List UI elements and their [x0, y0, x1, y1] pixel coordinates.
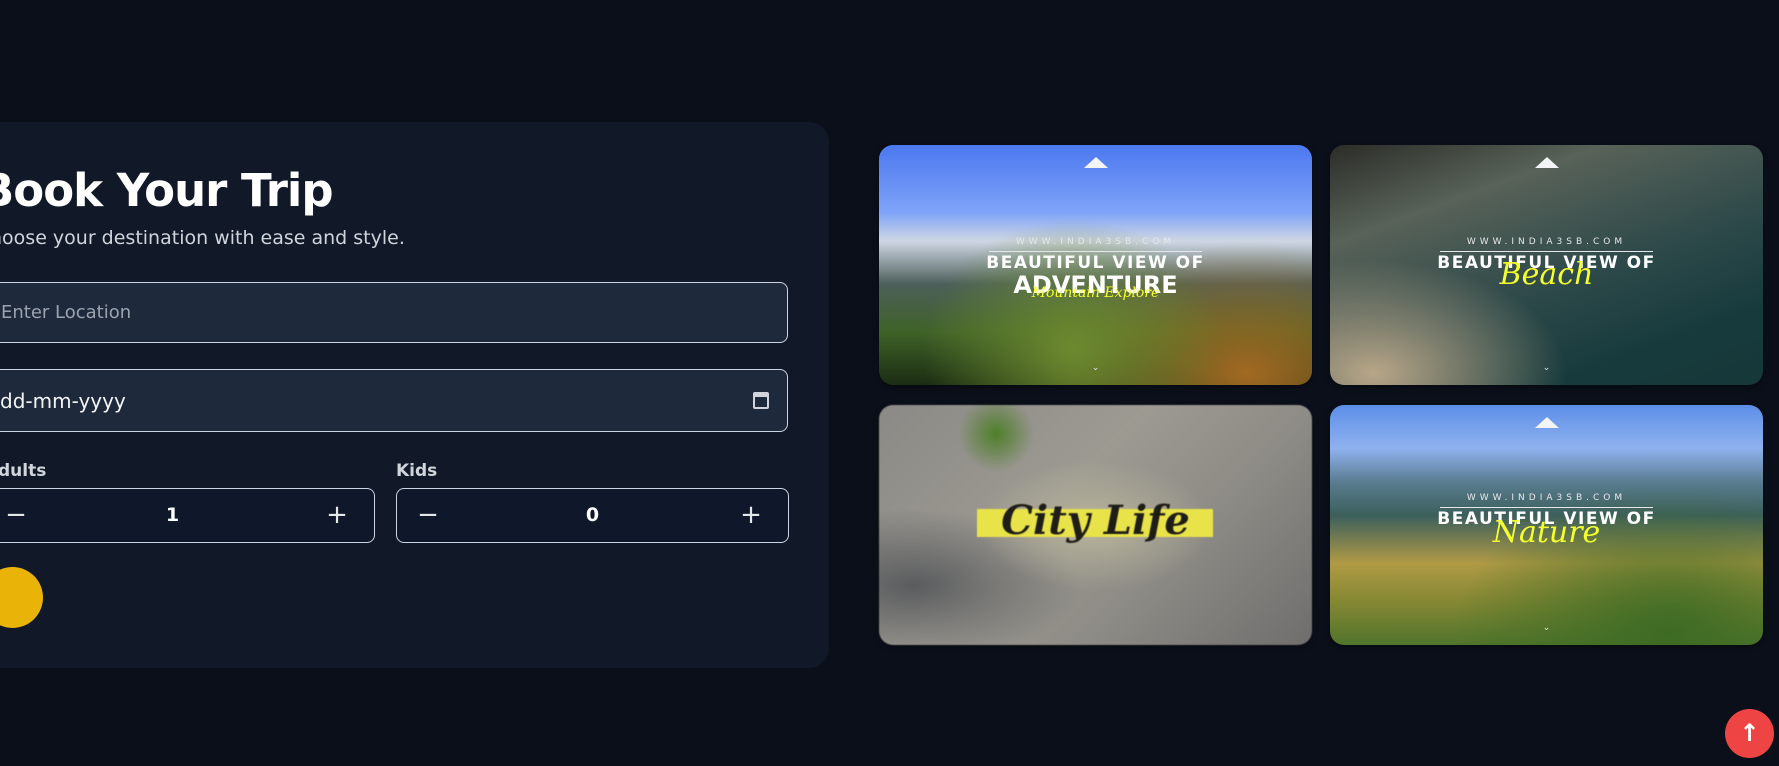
adults-value: 1: [165, 504, 180, 526]
brand-logo-icon: [1534, 157, 1559, 168]
card-script-text: Nature: [1492, 515, 1601, 550]
date-value: dd-mm-yyyy: [0, 388, 126, 413]
page-title: Book Your Trip: [0, 164, 334, 217]
divider: [989, 251, 1202, 252]
brand-logo-icon: [1534, 417, 1559, 428]
arrow-up-icon: ↑: [1739, 719, 1760, 747]
card-heading: BEAUTIFUL VIEW OF: [986, 253, 1205, 273]
location-input[interactable]: [0, 282, 788, 343]
gallery-card-adventure[interactable]: WWW.INDIA3SB.COM BEAUTIFUL VIEW OF ADVEN…: [879, 145, 1312, 385]
brand-logo-icon: [1083, 157, 1108, 168]
scroll-to-top-button[interactable]: ↑: [1725, 709, 1774, 758]
card-script-text: City Life: [1001, 497, 1190, 544]
card-script-text: Mountain Explore: [1031, 285, 1160, 301]
chevron-down-icon: ⌄: [1542, 363, 1551, 373]
page-subtitle: hoose your destination with ease and sty…: [0, 227, 405, 249]
chevron-down-icon: ⌄: [1091, 363, 1100, 373]
gallery-card-beach[interactable]: WWW.INDIA3SB.COM BEAUTIFUL VIEW OF Beach…: [1330, 145, 1763, 385]
card-website: WWW.INDIA3SB.COM: [1466, 493, 1627, 503]
kids-label: Kids: [396, 461, 438, 481]
adults-increment-button[interactable]: +: [312, 489, 362, 542]
calendar-icon[interactable]: [753, 392, 769, 409]
divider: [1440, 251, 1653, 252]
kids-decrement-button[interactable]: −: [403, 489, 453, 542]
kids-value: 0: [585, 504, 600, 526]
kids-increment-button[interactable]: +: [726, 489, 776, 542]
gallery-card-nature[interactable]: WWW.INDIA3SB.COM BEAUTIFUL VIEW OF Natur…: [1330, 405, 1763, 645]
adults-counter: − 1 +: [0, 488, 375, 543]
gallery-card-city-life[interactable]: City Life: [879, 405, 1312, 645]
chevron-down-icon: ⌄: [1542, 623, 1551, 633]
card-script-text: Beach: [1499, 257, 1594, 292]
kids-counter: − 0 +: [396, 488, 789, 543]
adults-label: dults: [0, 461, 47, 481]
date-input[interactable]: dd-mm-yyyy: [0, 369, 788, 432]
card-website: WWW.INDIA3SB.COM: [1015, 237, 1176, 247]
card-website: WWW.INDIA3SB.COM: [1466, 237, 1627, 247]
divider: [1440, 507, 1653, 508]
